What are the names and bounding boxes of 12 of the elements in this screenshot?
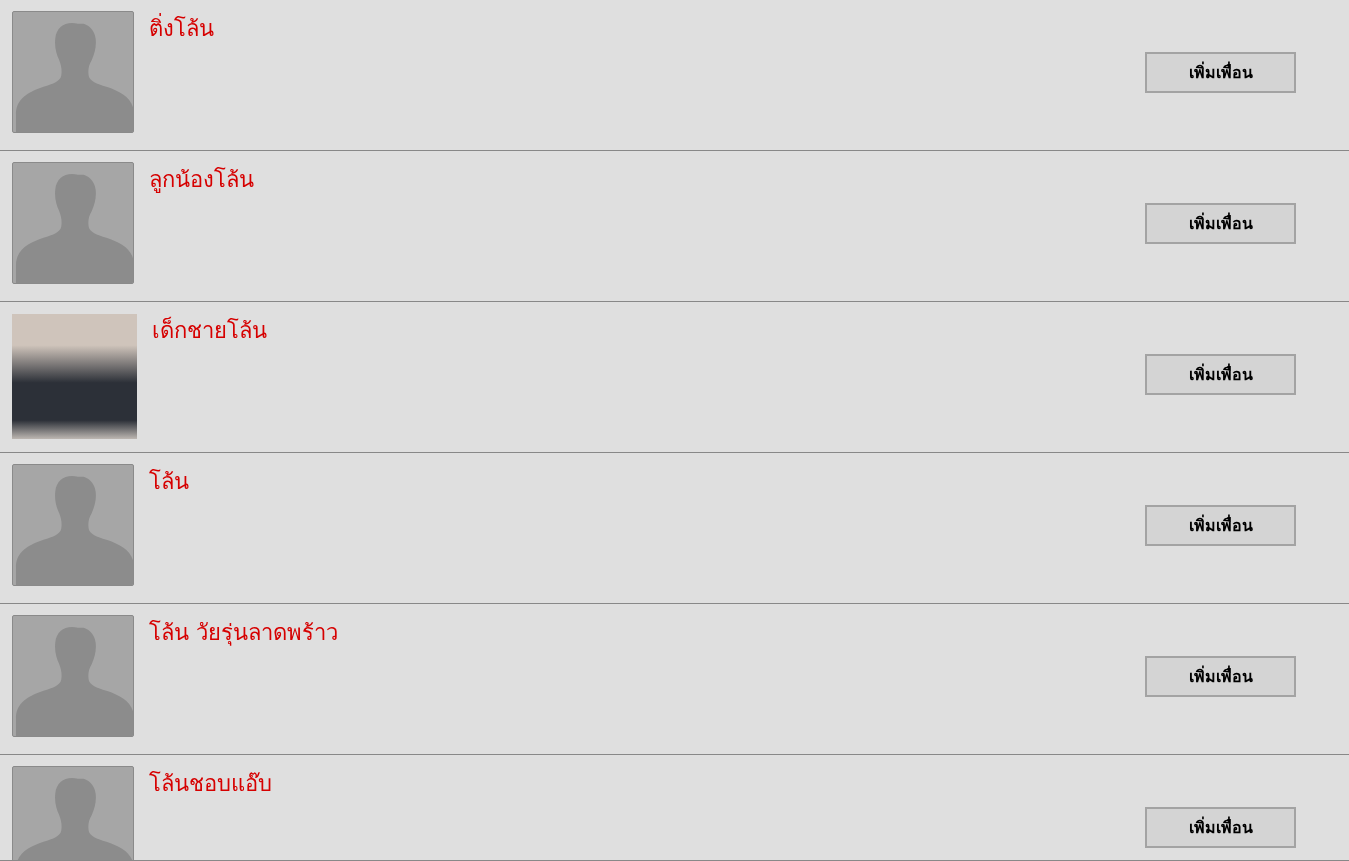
person-name[interactable]: โล้น: [149, 464, 1145, 499]
add-friend-button[interactable]: เพิ่มเพื่อน: [1145, 807, 1296, 848]
add-friend-button[interactable]: เพิ่มเพื่อน: [1145, 354, 1296, 395]
person-name[interactable]: ติ่งโล้น: [149, 11, 1145, 46]
add-friend-button[interactable]: เพิ่มเพื่อน: [1145, 203, 1296, 244]
person-name[interactable]: เด็กชายโล้น: [152, 313, 1145, 348]
add-friend-button[interactable]: เพิ่มเพื่อน: [1145, 52, 1296, 93]
person-name[interactable]: โล้น วัยรุ่นลาดพร้าว: [149, 615, 1145, 650]
person-name[interactable]: โล้นชอบแอ๊บ: [149, 766, 1145, 801]
add-friend-button[interactable]: เพิ่มเพื่อน: [1145, 656, 1296, 697]
add-friend-button[interactable]: เพิ่มเพื่อน: [1145, 505, 1296, 546]
person-name[interactable]: ลูกน้องโล้น: [149, 162, 1145, 197]
